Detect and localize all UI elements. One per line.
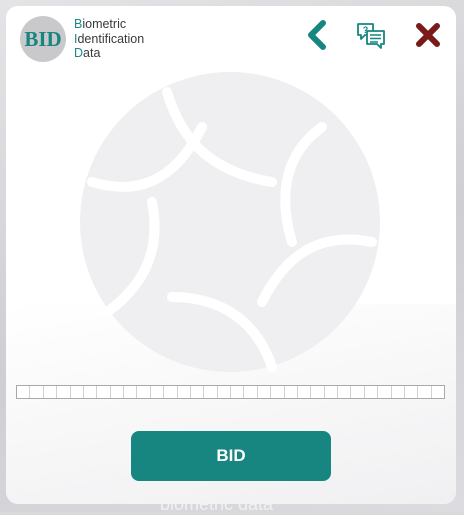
progress-segment (191, 386, 205, 398)
progress-segment (325, 386, 338, 398)
progress-segment (365, 386, 379, 398)
chat-bubbles-icon: ? (357, 23, 385, 49)
app-title-line-3: Data (74, 46, 101, 60)
close-button[interactable] (415, 22, 441, 53)
progress-segment (97, 386, 111, 398)
progress-segment (244, 386, 258, 398)
progress-segment (418, 386, 432, 398)
app-title-line-1: Biometric (74, 17, 127, 31)
progress-segment (164, 386, 178, 398)
progress-segment (405, 386, 419, 398)
chevron-left-icon (308, 20, 326, 50)
progress-segment (151, 386, 165, 398)
progress-segment (178, 386, 191, 398)
main-card: BID Biometric Identification Data ? BID (6, 6, 456, 504)
back-button[interactable] (306, 20, 330, 55)
progress-segment (351, 386, 365, 398)
progress-segment (258, 386, 272, 398)
progress-segment (17, 386, 31, 398)
progress-segment (111, 386, 124, 398)
progress-bar (16, 385, 445, 399)
aperture-watermark-icon (80, 72, 380, 372)
progress-segment (285, 386, 298, 398)
bid-logo-icon: BID (24, 27, 61, 51)
progress-segment (231, 386, 245, 398)
progress-segment (378, 386, 392, 398)
progress-segment (271, 386, 285, 398)
progress-segment (204, 386, 218, 398)
bid-logo-text: BID (24, 27, 61, 51)
progress-segment (57, 386, 71, 398)
progress-segment (218, 386, 231, 398)
app-title-line-2: Identification (74, 31, 145, 46)
progress-segment (298, 386, 312, 398)
progress-segment (71, 386, 84, 398)
progress-segment (30, 386, 44, 398)
progress-segment (392, 386, 405, 398)
progress-segment (124, 386, 138, 398)
progress-segment (84, 386, 98, 398)
bid-button[interactable]: BID (131, 431, 331, 481)
close-icon (416, 23, 440, 47)
progress-segment (432, 386, 444, 398)
progress-segment (311, 386, 325, 398)
header: BID Biometric Identification Data ? (6, 6, 456, 70)
progress-segment (44, 386, 58, 398)
app-logo: BID (20, 16, 66, 62)
app-title: Biometric Identification Data (74, 17, 152, 61)
progress-segment (338, 386, 352, 398)
progress-segment (137, 386, 151, 398)
chat-button[interactable]: ? (356, 22, 386, 55)
